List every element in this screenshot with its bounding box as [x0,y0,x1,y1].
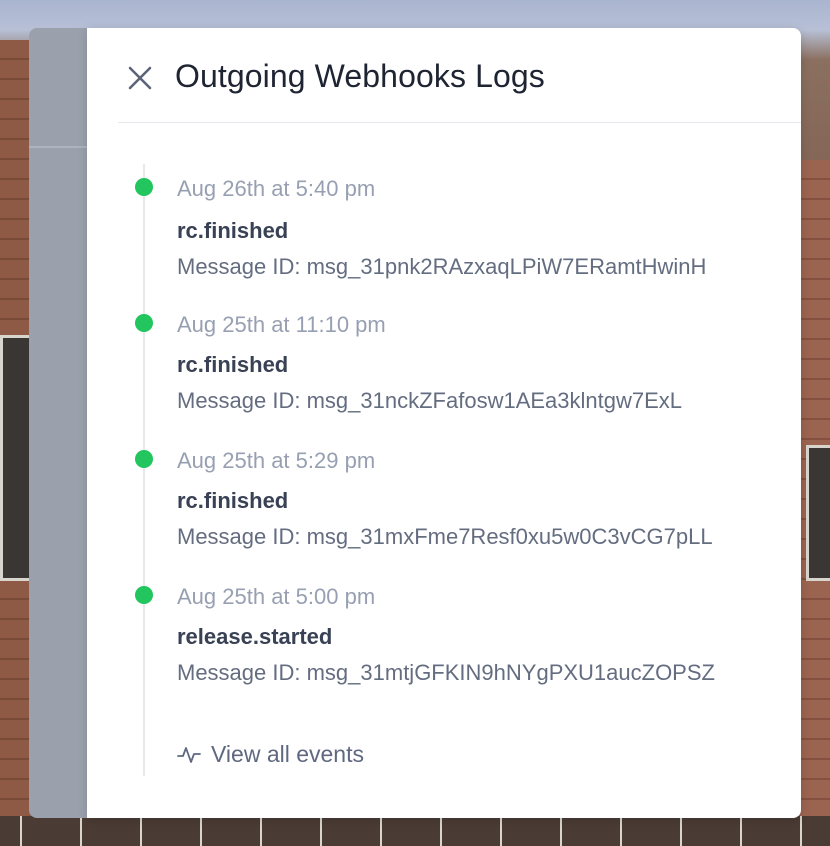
activity-icon [177,746,201,763]
status-dot [135,450,153,468]
backdrop-window [806,445,830,581]
drawer-title: Outgoing Webhooks Logs [175,58,545,94]
event-time: Aug 25th at 11:10 pm [177,312,386,337]
event-message-id: Message ID: msg_31mtjGFKIN9hNYgPXU1aucZO… [177,660,715,685]
event-message-id: Message ID: msg_31mxFme7Resf0xu5w0C3vCG7… [177,524,713,549]
timeline-line [143,164,145,776]
close-button[interactable] [125,63,155,93]
view-all-label: View all events [211,741,364,767]
drawer-header: Outgoing Webhooks Logs [118,28,801,123]
event-time: Aug 25th at 5:00 pm [177,584,376,609]
event-message-id: Message ID: msg_31nckZFafosw1AEa3klntgw7… [177,388,683,413]
event-name: rc.finished [177,488,289,513]
event-time: Aug 26th at 5:40 pm [177,176,376,201]
webhook-logs-drawer: Outgoing Webhooks Logs Aug 26th at 5:40 … [87,28,801,818]
event-message-id: Message ID: msg_31pnk2RAzxaqLPiW7ERamtHw… [177,254,707,279]
close-icon[interactable] [127,65,153,91]
event-name: rc.finished [177,218,289,243]
status-dot [135,314,153,332]
event-name: rc.finished [177,352,289,377]
status-dot [135,586,153,604]
event-name: release.started [177,624,333,649]
backdrop-bottom [0,816,830,846]
view-all-events-link[interactable]: View all events [177,741,364,768]
event-time: Aug 25th at 5:29 pm [177,448,376,473]
status-dot [135,178,153,196]
